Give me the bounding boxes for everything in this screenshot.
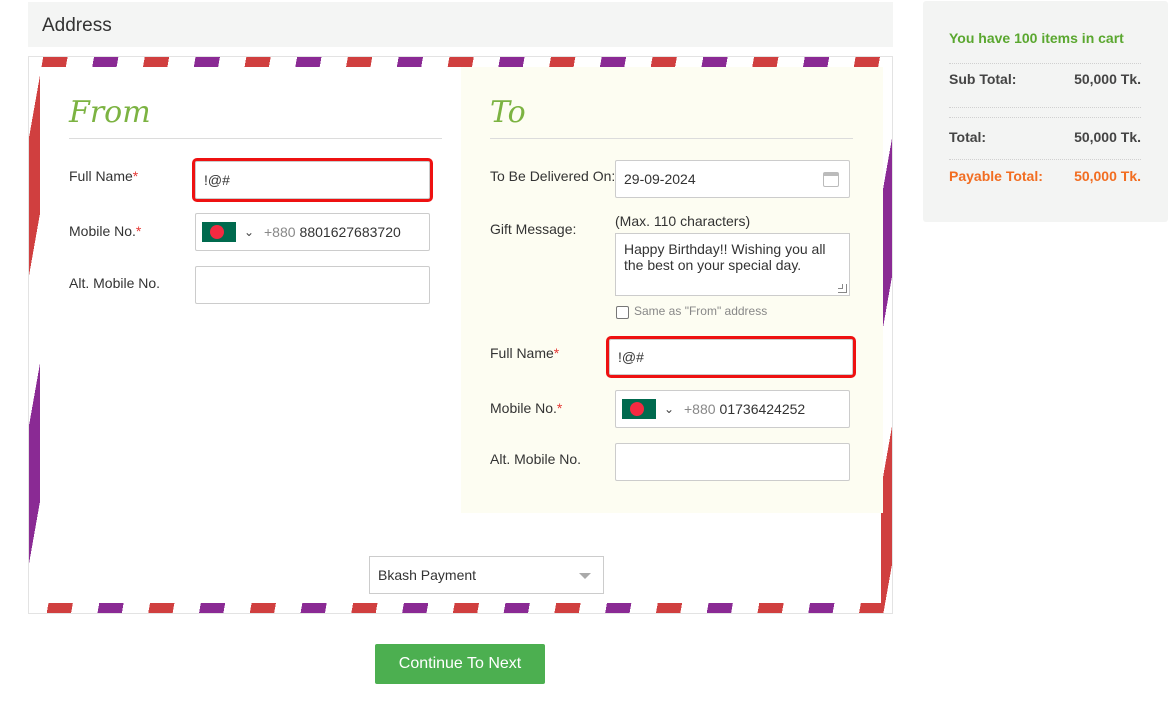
from-mobile-value: 8801627683720 bbox=[299, 224, 401, 240]
resize-handle-icon[interactable] bbox=[838, 284, 847, 293]
continue-button[interactable]: Continue To Next bbox=[375, 644, 545, 684]
total-value: 50,000 Tk. bbox=[1074, 129, 1141, 145]
to-mobile-label-text: Mobile No. bbox=[490, 400, 557, 416]
to-alt-mobile-input[interactable] bbox=[615, 443, 850, 481]
from-full-name-input[interactable]: !@# bbox=[192, 158, 433, 202]
total-row: Total: 50,000 Tk. bbox=[949, 129, 1141, 145]
from-alt-mobile-input[interactable] bbox=[195, 266, 430, 304]
address-header: Address bbox=[28, 2, 893, 47]
to-title: To bbox=[490, 95, 526, 130]
to-full-name-input[interactable]: !@# bbox=[606, 336, 856, 378]
sub-total-value: 50,000 Tk. bbox=[1074, 71, 1141, 87]
delivery-date-label: To Be Delivered On: bbox=[490, 168, 616, 184]
from-mobile-input[interactable]: ⌄ +880 8801627683720 bbox=[195, 213, 430, 251]
payable-total-value: 50,000 Tk. bbox=[1074, 168, 1141, 184]
required-mark: * bbox=[556, 400, 563, 416]
to-mobile-label: Mobile No.* bbox=[490, 400, 562, 416]
chevron-down-icon[interactable]: ⌄ bbox=[664, 402, 676, 416]
summary-divider bbox=[949, 107, 1141, 108]
to-full-name-value: !@# bbox=[618, 349, 644, 365]
gift-message-textarea[interactable]: Happy Birthday!! Wishing you all the bes… bbox=[615, 233, 850, 296]
summary-divider bbox=[949, 117, 1141, 118]
chevron-down-icon[interactable]: ⌄ bbox=[244, 225, 256, 239]
bangladesh-flag-icon[interactable] bbox=[202, 222, 236, 242]
from-title: From bbox=[69, 95, 151, 130]
from-full-name-label: Full Name* bbox=[69, 168, 138, 184]
required-mark: * bbox=[135, 223, 142, 239]
same-as-from-label[interactable]: Same as "From" address bbox=[634, 304, 767, 318]
to-full-name-label-text: Full Name bbox=[490, 345, 554, 361]
gift-message-hint: (Max. 110 characters) bbox=[615, 213, 751, 229]
sub-total-label: Sub Total: bbox=[949, 71, 1017, 87]
from-full-name-value: !@# bbox=[204, 172, 230, 188]
payment-method-select[interactable]: Bkash Payment bbox=[369, 556, 604, 594]
caret-down-icon[interactable] bbox=[579, 573, 591, 579]
to-alt-mobile-label: Alt. Mobile No. bbox=[490, 451, 582, 467]
from-mobile-dial-code: +880 bbox=[264, 224, 296, 240]
summary-divider bbox=[949, 63, 1141, 64]
from-full-name-label-text: Full Name bbox=[69, 168, 133, 184]
bangladesh-flag-icon[interactable] bbox=[622, 399, 656, 419]
total-label: Total: bbox=[949, 129, 987, 145]
payment-method-value: Bkash Payment bbox=[378, 567, 477, 583]
required-mark: * bbox=[132, 168, 139, 184]
delivery-date-input[interactable]: 29-09-2024 bbox=[615, 160, 850, 198]
calendar-icon[interactable] bbox=[823, 172, 839, 187]
to-mobile-input[interactable]: ⌄ +880 01736424252 bbox=[615, 390, 850, 428]
page-title: Address bbox=[42, 15, 112, 36]
payable-total-row: Payable Total: 50,000 Tk. bbox=[949, 168, 1141, 184]
same-as-from-checkbox[interactable] bbox=[616, 306, 629, 319]
from-alt-mobile-label: Alt. Mobile No. bbox=[69, 275, 161, 291]
envelope-inner: From Full Name* !@# Mobile No.* ⌄ +880 8… bbox=[40, 67, 883, 603]
required-mark: * bbox=[553, 345, 560, 361]
gift-message-label: Gift Message: bbox=[490, 221, 577, 237]
from-divider bbox=[69, 138, 442, 139]
cart-item-count: You have 100 items in cart bbox=[949, 30, 1124, 46]
sub-total-row: Sub Total: 50,000 Tk. bbox=[949, 71, 1141, 87]
cart-summary: You have 100 items in cart Sub Total: 50… bbox=[923, 1, 1168, 222]
to-panel: To To Be Delivered On: 29-09-2024 Gift M… bbox=[461, 67, 883, 513]
gift-message-value: Happy Birthday!! Wishing you all the bes… bbox=[624, 241, 826, 273]
from-mobile-label: Mobile No.* bbox=[69, 223, 141, 239]
to-mobile-value: 01736424252 bbox=[719, 401, 806, 417]
from-mobile-label-text: Mobile No. bbox=[69, 223, 136, 239]
to-mobile-dial-code: +880 bbox=[684, 401, 716, 417]
delivery-date-value: 29-09-2024 bbox=[624, 171, 696, 187]
payable-total-label: Payable Total: bbox=[949, 168, 1043, 184]
to-divider bbox=[490, 138, 853, 139]
address-envelope: From Full Name* !@# Mobile No.* ⌄ +880 8… bbox=[28, 56, 893, 614]
summary-divider bbox=[949, 159, 1141, 160]
to-full-name-label: Full Name* bbox=[490, 345, 559, 361]
